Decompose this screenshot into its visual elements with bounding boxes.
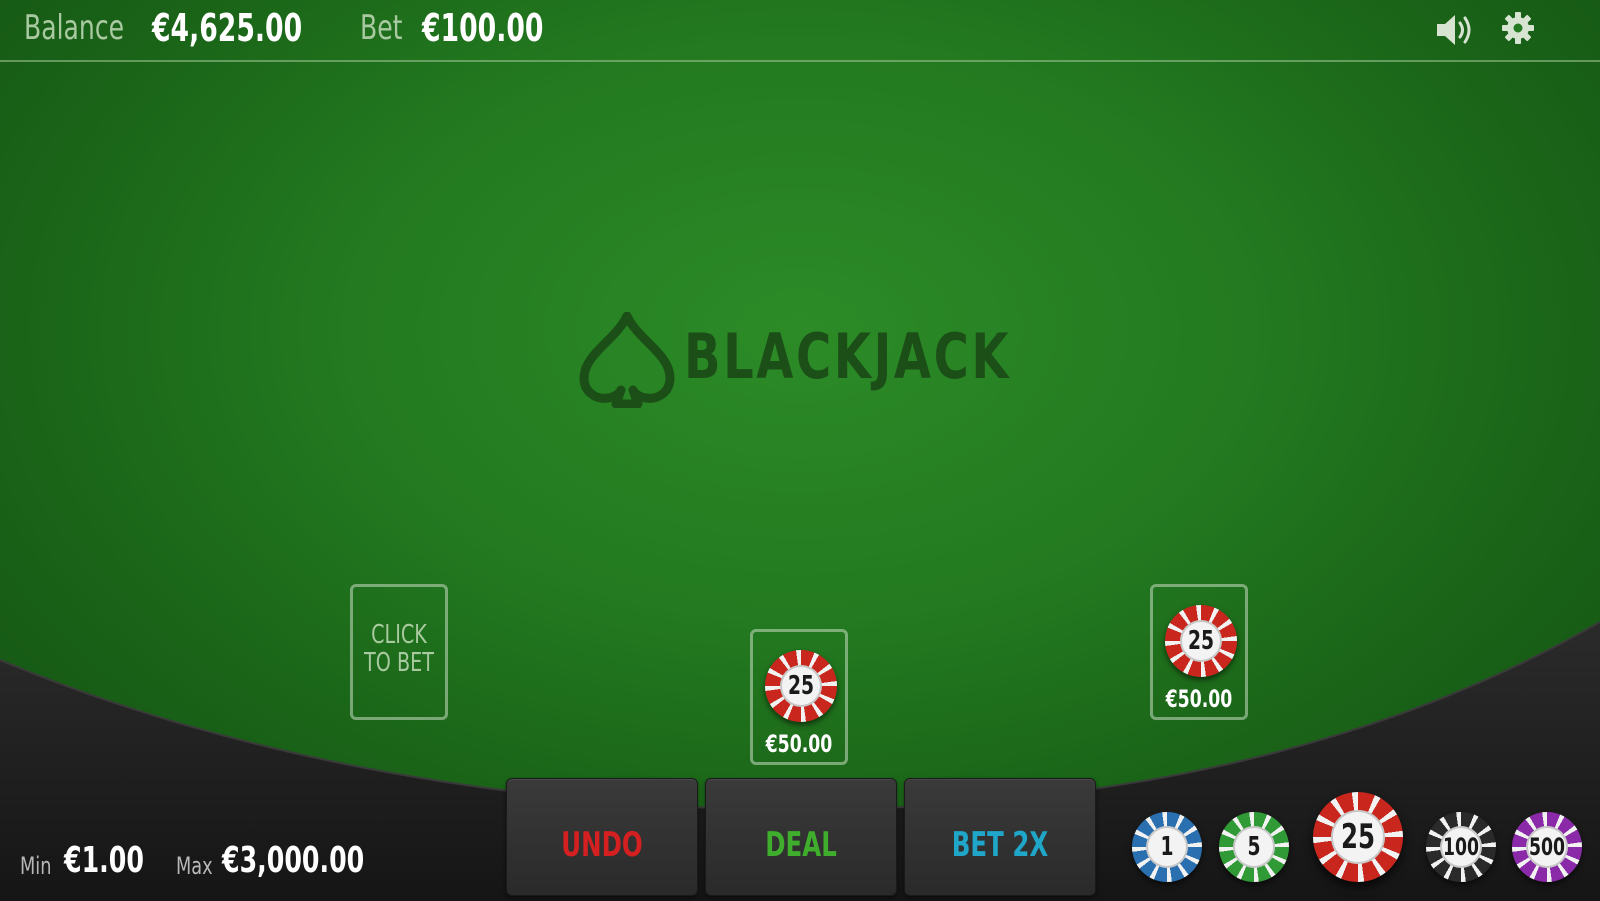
chip-1[interactable]: 1 — [1132, 812, 1202, 882]
placed-chip: 25 — [1165, 605, 1237, 677]
logo-text: BLACKJACK — [684, 320, 1012, 393]
max-value: €3,000.00 — [222, 840, 365, 881]
placed-chip-value: 25 — [1187, 626, 1215, 656]
chip-25-selected[interactable]: 25 — [1313, 792, 1403, 882]
deal-label: DEAL — [765, 825, 837, 865]
bet-2x-label: BET 2X — [951, 825, 1049, 865]
click-to-bet-text: CLICK TO BET — [361, 621, 436, 677]
bet-value: €100.00 — [422, 6, 544, 50]
speaker-volume-icon[interactable] — [1435, 10, 1475, 50]
bet-2x-button[interactable]: BET 2X — [904, 778, 1096, 896]
click-to-bet-line1: CLICK — [371, 620, 427, 650]
chip-500-value: 500 — [1528, 833, 1566, 861]
min-value: €1.00 — [64, 840, 144, 881]
placed-chip-value: 25 — [787, 671, 815, 701]
chip-25-value: 25 — [1340, 817, 1376, 857]
max-label: Max — [176, 852, 213, 880]
gear-icon[interactable] — [1500, 10, 1540, 50]
click-to-bet-line2: TO BET — [364, 648, 434, 678]
chip-500[interactable]: 500 — [1512, 812, 1582, 882]
min-label: Min — [20, 852, 52, 880]
bet-spot-1[interactable]: CLICK TO BET — [350, 584, 448, 720]
balance-label: Balance — [24, 8, 125, 48]
chip-100[interactable]: 100 — [1426, 812, 1496, 882]
placed-chip: 25 — [765, 650, 837, 722]
bet-spot-2[interactable]: 25 €50.00 — [750, 629, 848, 765]
bet-spot-3[interactable]: 25 €50.00 — [1150, 584, 1248, 720]
chip-100-value: 100 — [1442, 833, 1480, 861]
blackjack-table-felt — [0, 0, 1600, 901]
top-bar-divider — [0, 60, 1600, 62]
undo-button[interactable]: UNDO — [506, 778, 698, 896]
balance-value: €4,625.00 — [152, 6, 303, 50]
undo-label: UNDO — [561, 825, 643, 865]
chip-5-value: 5 — [1247, 832, 1261, 862]
deal-button[interactable]: DEAL — [705, 778, 897, 896]
spade-icon — [579, 312, 675, 408]
top-bar: Balance €4,625.00 Bet €100.00 — [0, 0, 1600, 62]
bet-label: Bet — [360, 8, 403, 48]
chip-1-value: 1 — [1160, 832, 1174, 862]
blackjack-logo: BLACKJACK — [578, 312, 1018, 408]
chip-5[interactable]: 5 — [1219, 812, 1289, 882]
bet-spot-amount: €50.00 — [765, 730, 833, 758]
bet-spot-amount: €50.00 — [1165, 685, 1233, 713]
